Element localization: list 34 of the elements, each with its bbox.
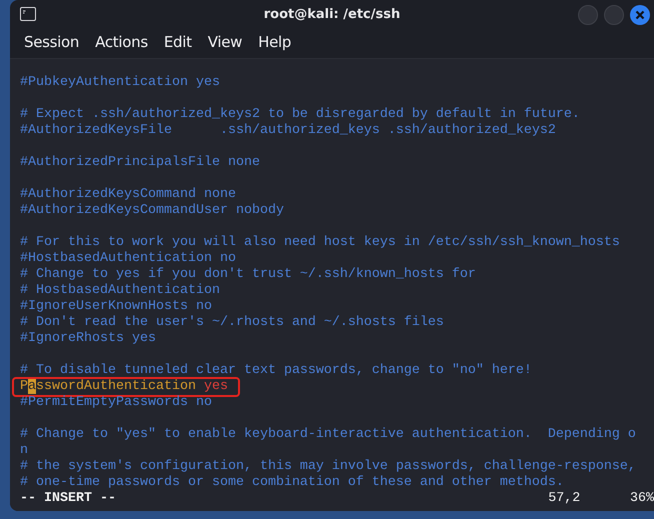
comment-line: # HostbasedAuthentication (20, 283, 220, 298)
comment-line: #AuthorizedKeysFile .ssh/authorized_keys .ssh/authorized_keys2 (20, 123, 556, 138)
comment-line: # one-time passwords or some combination of these and other methods. (20, 475, 564, 490)
comment-line: # the system's configuration, this may involve passwords, challenge-response, (20, 459, 636, 474)
comment-line: #AuthorizedPrincipalsFile none (20, 155, 260, 170)
minimize-button[interactable] (578, 5, 598, 25)
window-title: root@kali: /etc/ssh (264, 6, 400, 22)
comment-line: #HostbasedAuthentication no (20, 251, 236, 266)
comment-line: # Expect .ssh/authorized_keys2 to be disregarded by default in future. (20, 107, 580, 122)
comment-line: #IgnoreUserKnownHosts no (20, 299, 212, 314)
config-line: PasswordAuthentication yes (20, 379, 228, 394)
menu-item[interactable]: Edit (156, 31, 200, 53)
menu-item[interactable]: Session (16, 31, 88, 53)
menu-item[interactable]: Help (250, 31, 300, 53)
menu-item[interactable]: Actions (87, 31, 156, 53)
comment-line: # For this to work you will also need host keys in /etc/ssh/ssh_known_hosts (20, 235, 620, 250)
terminal-icon (20, 7, 36, 21)
comment-line: # Don't read the user's ~/.rhosts and ~/.shosts files (20, 315, 444, 330)
comment-line: # To disable tunneled clear text passwords, change to "no" here! (20, 363, 532, 378)
comment-line: #IgnoreRhosts yes (20, 331, 156, 346)
close-button[interactable] (630, 5, 650, 25)
maximize-button[interactable] (604, 5, 624, 25)
comment-line: n (20, 443, 28, 458)
comment-line: #PubkeyAuthentication yes (20, 75, 220, 90)
mode-indicator: -- INSERT -- (20, 491, 117, 507)
close-icon (635, 10, 645, 20)
menu-item[interactable]: View (200, 31, 250, 53)
comment-line: #AuthorizedKeysCommand none (20, 187, 236, 202)
comment-line: # Change to "yes" to enable keyboard-interactive authentication. Depending o (20, 427, 636, 442)
scroll-percent: 36% (630, 491, 654, 507)
comment-line: #AuthorizedKeysCommandUser nobody (20, 203, 284, 218)
cursor-position: 57,2 (548, 491, 582, 507)
comment-line: #PermitEmptyPasswords no (20, 395, 212, 410)
comment-line: # Change to yes if you don't trust ~/.ssh/known_hosts for (20, 267, 476, 282)
